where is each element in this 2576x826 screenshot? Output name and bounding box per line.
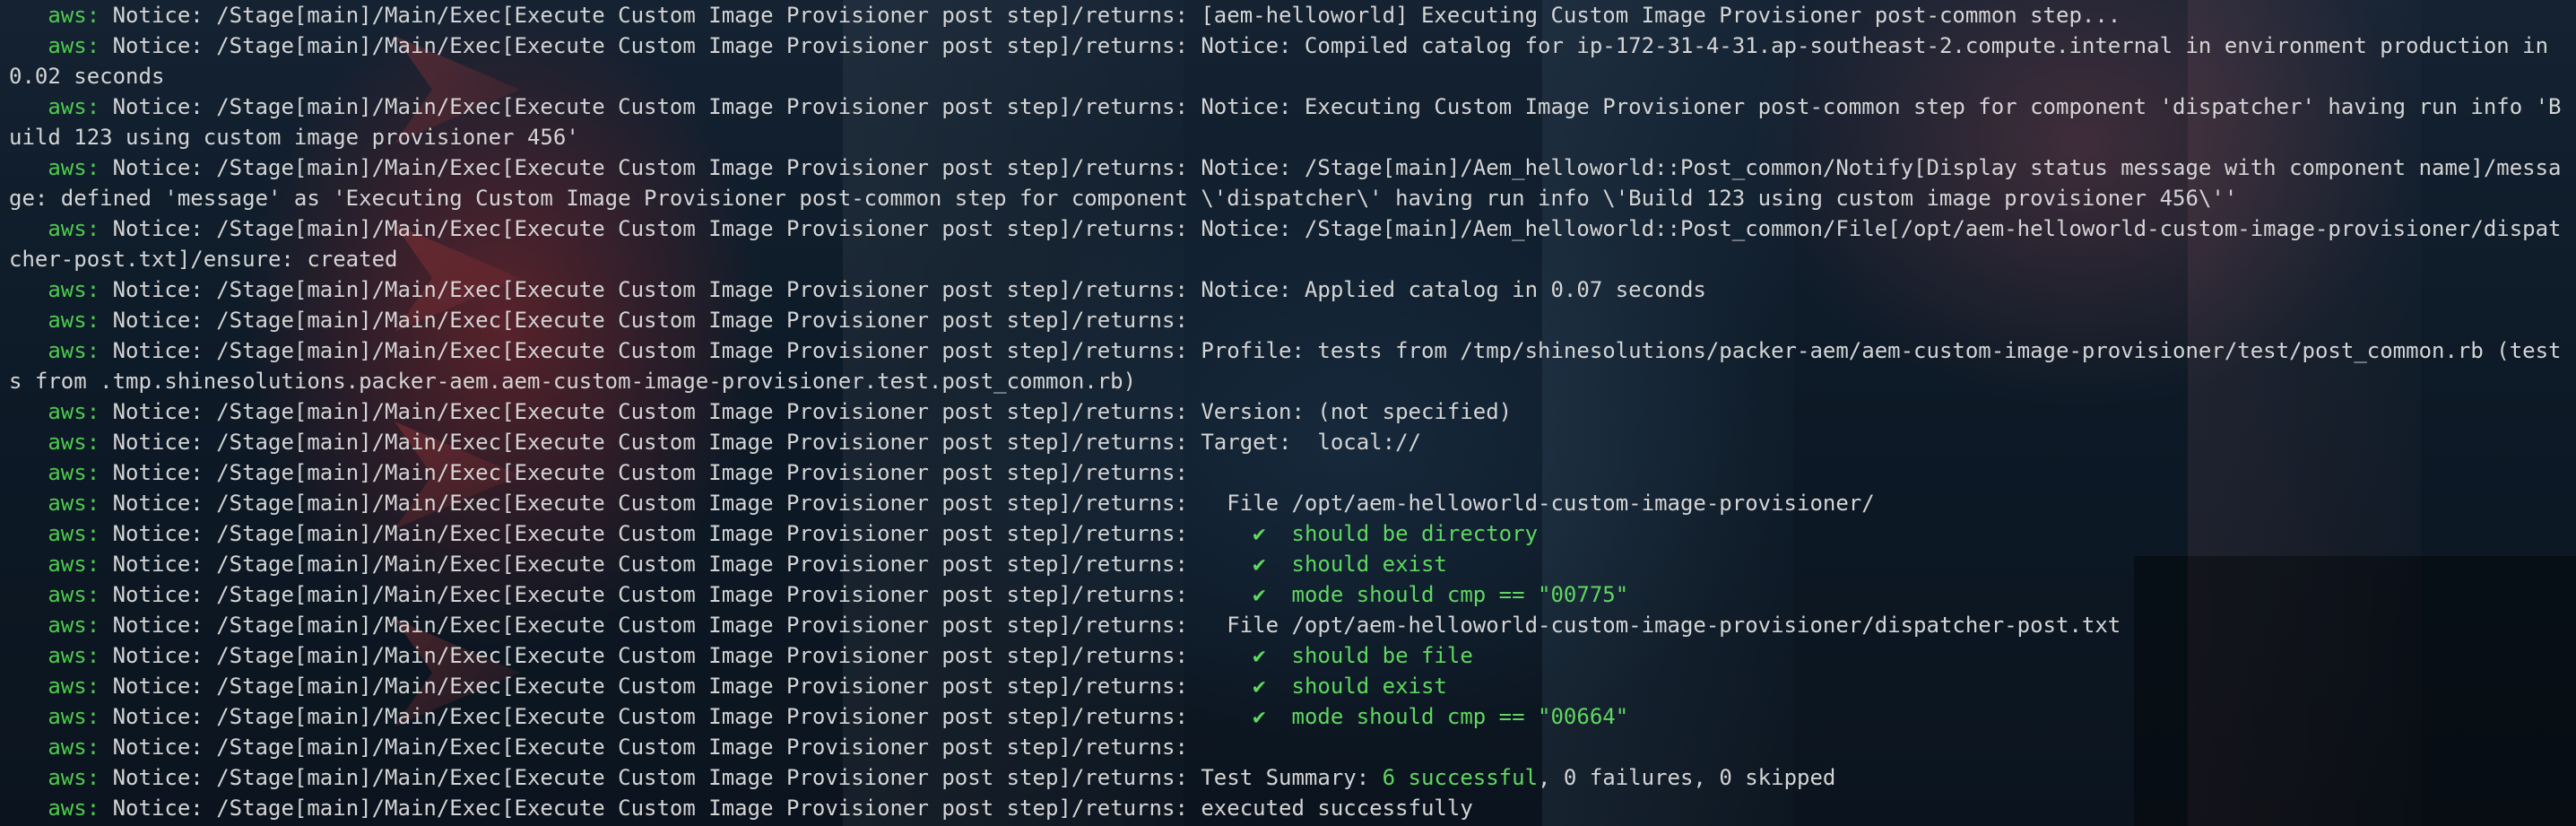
- log-prefix: aws:: [48, 613, 100, 638]
- log-prefix: aws:: [48, 552, 100, 577]
- log-prefix: aws:: [48, 674, 100, 699]
- log-line: aws: Notice: /Stage[main]/Main/Exec[Exec…: [9, 30, 2567, 91]
- log-prefix: aws:: [48, 704, 100, 729]
- terminal-window[interactable]: aws: Notice: /Stage[main]/Main/Exec[Exec…: [0, 0, 2576, 826]
- log-prefix: aws:: [48, 277, 100, 302]
- log-text: Notice: /Stage[main]/Main/Exec[Execute C…: [100, 399, 1513, 424]
- log-text: Notice: /Stage[main]/Main/Exec[Execute C…: [100, 308, 1188, 333]
- log-prefix: aws:: [48, 796, 100, 821]
- log-text: Notice: /Stage[main]/Main/Exec[Execute C…: [100, 704, 1253, 729]
- log-prefix: aws:: [48, 308, 100, 333]
- log-prefix: aws:: [48, 216, 100, 241]
- log-text: Notice: /Stage[main]/Main/Exec[Execute C…: [100, 765, 1383, 790]
- log-status-text: ✔ should exist: [1253, 674, 1447, 699]
- log-text: Notice: /Stage[main]/Main/Exec[Execute C…: [100, 430, 1421, 455]
- log-status-text: ✔ should be directory: [1253, 521, 1539, 546]
- log-line: aws: Notice: /Stage[main]/Main/Exec[Exec…: [9, 91, 2567, 152]
- log-line: aws: Notice: /Stage[main]/Main/Exec[Exec…: [9, 0, 2567, 30]
- log-line: aws: Notice: /Stage[main]/Main/Exec[Exec…: [9, 732, 2567, 762]
- log-prefix: aws:: [48, 430, 100, 455]
- log-prefix: aws:: [48, 399, 100, 424]
- log-text: Notice: /Stage[main]/Main/Exec[Execute C…: [100, 735, 1188, 760]
- log-text: , 0 failures, 0 skipped: [1538, 765, 1836, 790]
- log-text: Notice: /Stage[main]/Main/Exec[Execute C…: [100, 3, 2121, 28]
- log-text: Notice: /Stage[main]/Main/Exec[Execute C…: [100, 674, 1253, 699]
- log-line: aws: Notice: /Stage[main]/Main/Exec[Exec…: [9, 701, 2567, 732]
- log-text: Notice: /Stage[main]/Main/Exec[Execute C…: [100, 582, 1253, 607]
- log-prefix: aws:: [48, 491, 100, 516]
- log-prefix: aws:: [48, 582, 100, 607]
- log-text: Notice: /Stage[main]/Main/Exec[Execute C…: [100, 552, 1253, 577]
- log-line: aws: Notice: /Stage[main]/Main/Exec[Exec…: [9, 457, 2567, 488]
- log-text: Notice: /Stage[main]/Main/Exec[Execute C…: [9, 155, 2562, 211]
- log-text: Notice: /Stage[main]/Main/Exec[Execute C…: [100, 613, 2121, 638]
- log-line: aws: Notice: /Stage[main]/Main/Exec[Exec…: [9, 793, 2567, 823]
- terminal-output[interactable]: aws: Notice: /Stage[main]/Main/Exec[Exec…: [0, 0, 2576, 823]
- log-text: Notice: /Stage[main]/Main/Exec[Execute C…: [9, 338, 2562, 394]
- log-status-text: ✔ mode should cmp == "00664": [1253, 704, 1629, 729]
- log-line: aws: Notice: /Stage[main]/Main/Exec[Exec…: [9, 152, 2567, 213]
- log-status-text: ✔ mode should cmp == "00775": [1253, 582, 1629, 607]
- log-line: aws: Notice: /Stage[main]/Main/Exec[Exec…: [9, 762, 2567, 793]
- log-line: aws: Notice: /Stage[main]/Main/Exec[Exec…: [9, 305, 2567, 335]
- log-line: aws: Notice: /Stage[main]/Main/Exec[Exec…: [9, 396, 2567, 427]
- log-status-text: ✔ should be file: [1253, 643, 1473, 668]
- log-line: aws: Notice: /Stage[main]/Main/Exec[Exec…: [9, 274, 2567, 305]
- log-prefix: aws:: [48, 338, 100, 363]
- log-prefix: aws:: [48, 765, 100, 790]
- log-text: Notice: /Stage[main]/Main/Exec[Execute C…: [100, 521, 1253, 546]
- log-line: aws: Notice: /Stage[main]/Main/Exec[Exec…: [9, 518, 2567, 549]
- log-line: aws: Notice: /Stage[main]/Main/Exec[Exec…: [9, 610, 2567, 640]
- log-prefix: aws:: [48, 94, 100, 119]
- log-prefix: aws:: [48, 735, 100, 760]
- log-text: Notice: /Stage[main]/Main/Exec[Execute C…: [100, 460, 1188, 485]
- log-line: aws: Notice: /Stage[main]/Main/Exec[Exec…: [9, 549, 2567, 579]
- log-text: Notice: /Stage[main]/Main/Exec[Execute C…: [9, 33, 2562, 89]
- log-text: Notice: /Stage[main]/Main/Exec[Execute C…: [9, 216, 2562, 272]
- log-line: aws: Notice: /Stage[main]/Main/Exec[Exec…: [9, 213, 2567, 274]
- log-text: Notice: /Stage[main]/Main/Exec[Execute C…: [100, 491, 1875, 516]
- log-prefix: aws:: [48, 643, 100, 668]
- log-text: Notice: /Stage[main]/Main/Exec[Execute C…: [9, 94, 2562, 150]
- log-prefix: aws:: [48, 460, 100, 485]
- log-status-text: 6 successful: [1382, 765, 1539, 790]
- log-line: aws: Notice: /Stage[main]/Main/Exec[Exec…: [9, 579, 2567, 610]
- log-text: Notice: /Stage[main]/Main/Exec[Execute C…: [100, 643, 1253, 668]
- log-line: aws: Notice: /Stage[main]/Main/Exec[Exec…: [9, 427, 2567, 457]
- log-text: Notice: /Stage[main]/Main/Exec[Execute C…: [100, 277, 1706, 302]
- log-text: Notice: /Stage[main]/Main/Exec[Execute C…: [100, 796, 1473, 821]
- log-line: aws: Notice: /Stage[main]/Main/Exec[Exec…: [9, 335, 2567, 396]
- log-status-text: ✔ should exist: [1253, 552, 1447, 577]
- log-prefix: aws:: [48, 155, 100, 180]
- log-prefix: aws:: [48, 33, 100, 58]
- log-line: aws: Notice: /Stage[main]/Main/Exec[Exec…: [9, 640, 2567, 671]
- log-line: aws: Notice: /Stage[main]/Main/Exec[Exec…: [9, 671, 2567, 701]
- log-prefix: aws:: [48, 521, 100, 546]
- log-line: aws: Notice: /Stage[main]/Main/Exec[Exec…: [9, 488, 2567, 518]
- log-prefix: aws:: [48, 3, 100, 28]
